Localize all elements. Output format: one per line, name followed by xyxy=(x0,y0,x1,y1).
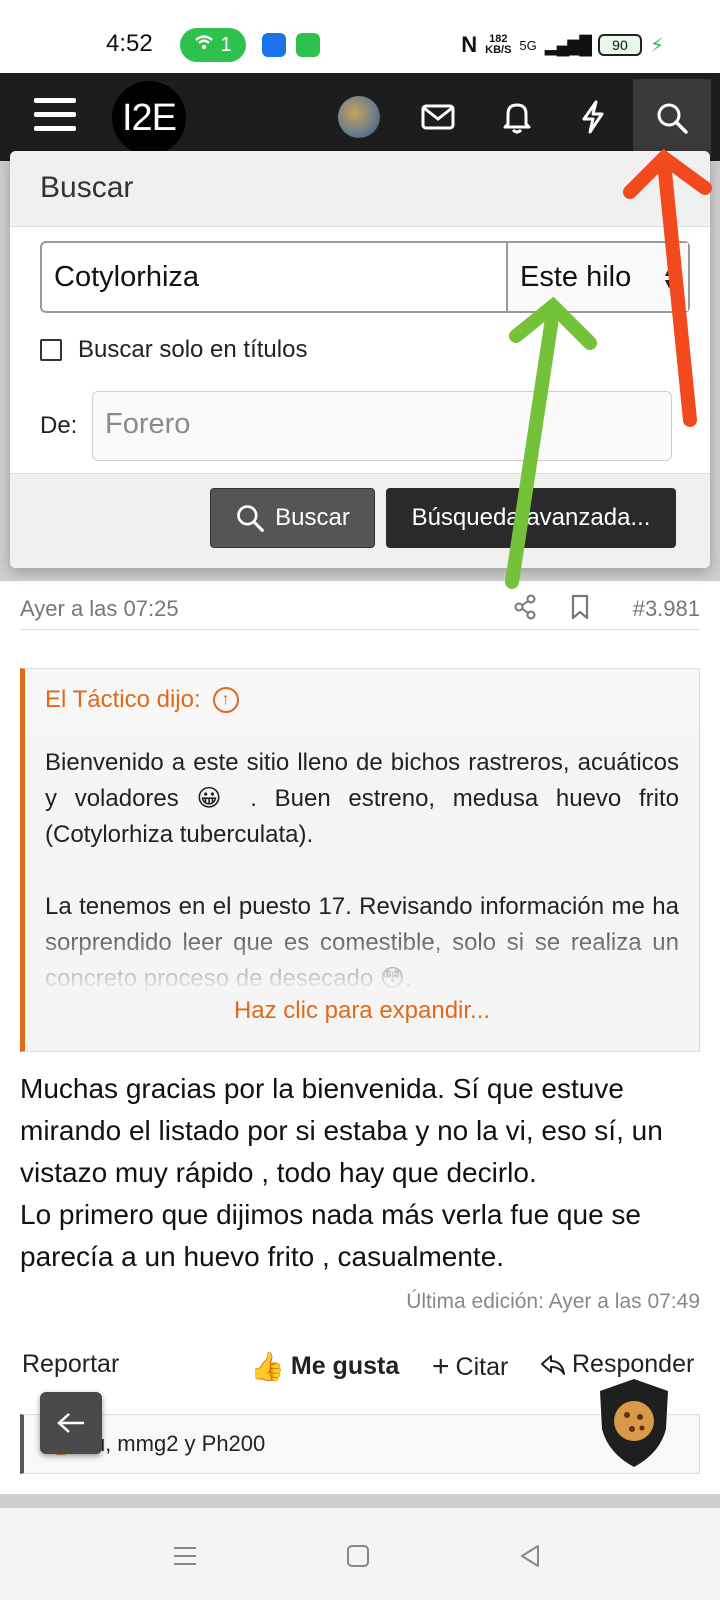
post-number[interactable]: #3.981 xyxy=(633,596,700,622)
hotspot-icon xyxy=(194,33,214,57)
android-app-icon xyxy=(262,33,286,57)
search-icon[interactable] xyxy=(633,79,711,157)
hotspot-count: 1 xyxy=(220,33,232,56)
quote-block: El Táctico dijo: ↑ Bienvenido a este sit… xyxy=(20,668,700,1052)
quote-fade xyxy=(25,913,699,993)
from-row: De: Forero xyxy=(40,391,672,461)
plus-icon: + xyxy=(432,1350,450,1383)
battery-app-icon xyxy=(296,33,320,57)
search-button[interactable]: Buscar xyxy=(210,488,375,548)
menu-icon[interactable] xyxy=(34,98,76,134)
search-icon xyxy=(237,505,265,532)
thumbs-up-icon: 👍 xyxy=(250,1351,285,1382)
home-icon[interactable] xyxy=(338,1536,378,1576)
post-date[interactable]: Ayer a las 07:25 xyxy=(20,596,179,622)
arrow-left-icon xyxy=(57,1413,84,1433)
quote-author: El Táctico dijo: xyxy=(45,686,201,713)
reply-button[interactable]: Responder xyxy=(540,1350,694,1379)
post-body: Muchas gracias por la bienvenida. Sí que… xyxy=(20,1068,700,1278)
flash-icon[interactable] xyxy=(570,94,616,140)
recent-apps-icon[interactable] xyxy=(165,1536,205,1576)
search-panel-title: Buscar xyxy=(10,151,710,227)
post-paragraph: Lo primero que dijimos nada más verla fu… xyxy=(20,1199,642,1272)
last-edit: Última edición: Ayer a las 07:49 xyxy=(406,1290,700,1313)
titles-only-checkbox[interactable] xyxy=(40,339,62,361)
battery-icon: 90 xyxy=(597,34,642,56)
share-icon[interactable] xyxy=(510,592,540,622)
select-arrows-icon: ▲ ▼ xyxy=(662,263,676,291)
reply-icon xyxy=(541,1354,565,1375)
signal-icon: ▂▄▆█ xyxy=(544,34,592,55)
advanced-search-button[interactable]: Búsqueda avanzada... xyxy=(386,488,676,548)
post-meta: Ayer a las 07:25 #3.981 xyxy=(20,590,700,630)
mail-icon[interactable] xyxy=(415,94,461,140)
search-input[interactable]: Cotylorhiza xyxy=(42,243,508,311)
back-arrow-button[interactable] xyxy=(40,1392,102,1454)
bell-icon[interactable] xyxy=(494,94,540,140)
net-speed: 182 KB/S xyxy=(485,33,512,56)
scope-select[interactable]: Este hilo ▲ ▼ xyxy=(508,243,688,311)
quote-body: Bienvenido a este sitio lleno de bichos … xyxy=(25,731,699,993)
search-row: Cotylorhiza Este hilo ▲ ▼ xyxy=(40,241,690,313)
app-bar: I2E xyxy=(0,73,720,161)
scope-value: Este hilo xyxy=(520,260,632,293)
system-nav-bar xyxy=(0,1508,720,1600)
quote-paragraph: Bienvenido a este sitio lleno de bichos … xyxy=(45,749,679,848)
status-time: 4:52 xyxy=(106,30,153,57)
post-paragraph: Muchas gracias por la bienvenida. Sí que… xyxy=(20,1073,663,1188)
back-icon[interactable] xyxy=(510,1536,550,1576)
report-button[interactable]: Reportar xyxy=(22,1350,119,1379)
user-avatar[interactable] xyxy=(338,96,380,138)
quote-header[interactable]: El Táctico dijo: ↑ xyxy=(25,669,699,731)
titles-only-label: Buscar solo en títulos xyxy=(78,336,308,363)
hotspot-indicator: 1 xyxy=(180,28,246,62)
nfc-icon: N xyxy=(461,32,478,57)
status-right: N 182 KB/S 5G ▂▄▆█ 90 ⚡ xyxy=(461,32,664,58)
from-label: De: xyxy=(40,412,78,439)
page-divider xyxy=(0,1494,720,1508)
charging-icon: ⚡ xyxy=(649,34,664,57)
network-type: 5G xyxy=(519,37,537,53)
expand-quote-link[interactable]: Haz clic para expandir... xyxy=(25,997,699,1025)
arrow-up-circle-icon[interactable]: ↑ xyxy=(212,687,239,713)
quote-button[interactable]: + Citar xyxy=(432,1350,508,1384)
search-panel-footer: Buscar Búsqueda avanzada... xyxy=(10,473,710,568)
search-panel: Buscar Cotylorhiza Este hilo ▲ ▼ Buscar s… xyxy=(10,151,710,568)
like-button[interactable]: 👍 Me gusta xyxy=(250,1350,399,1383)
bookmark-icon[interactable] xyxy=(565,592,595,622)
site-logo[interactable]: I2E xyxy=(112,81,186,155)
member-input[interactable]: Forero xyxy=(92,391,672,461)
status-bar: 4:52 1 N 182 KB/S 5G ▂▄▆█ 90 ⚡ xyxy=(0,0,720,73)
reactions-list[interactable]: Tú, mmg2 y Ph200 xyxy=(79,1431,265,1457)
titles-only-option[interactable]: Buscar solo en títulos xyxy=(40,336,307,364)
cookie-consent-button[interactable] xyxy=(596,1377,672,1469)
